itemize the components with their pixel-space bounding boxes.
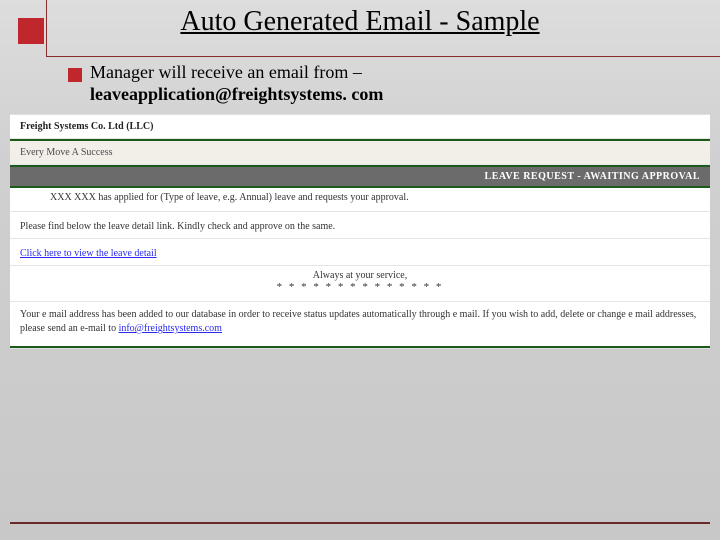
intro-line-1: Manager will receive an email from – (90, 62, 362, 83)
email-banner: LEAVE REQUEST - AWAITING APPROVAL (10, 167, 710, 186)
email-signoff: Always at your service, (10, 270, 710, 281)
email-tagline: Every Move A Success (10, 141, 710, 165)
slide: Auto Generated Email - Sample Manager wi… (0, 0, 720, 540)
email-instruction: Please find below the leave detail link.… (10, 212, 710, 238)
slide-bottom-rule (10, 522, 710, 524)
email-detail: XXX XXX has applied for (Type of leave, … (10, 188, 710, 211)
email-preview: Freight Systems Co. Ltd (LLC) Every Move… (10, 114, 710, 349)
footer-email-link[interactable]: info@freightsystems.com (119, 323, 222, 334)
divider-green (10, 346, 710, 348)
divider-horizontal (46, 56, 720, 57)
bullet-square-icon (68, 68, 82, 82)
email-link-row: Click here to view the leave detail (10, 239, 710, 265)
email-signoff-block: Always at your service, * * * * * * * * … (10, 266, 710, 301)
intro-line-2: leaveapplication@freightsystems. com (90, 84, 383, 105)
email-company: Freight Systems Co. Ltd (LLC) (10, 115, 710, 139)
email-footer: Your e mail address has been added to ou… (10, 302, 710, 346)
slide-title: Auto Generated Email - Sample (0, 6, 720, 38)
view-leave-detail-link[interactable]: Click here to view the leave detail (20, 248, 157, 259)
email-stars: * * * * * * * * * * * * * * (10, 281, 710, 293)
